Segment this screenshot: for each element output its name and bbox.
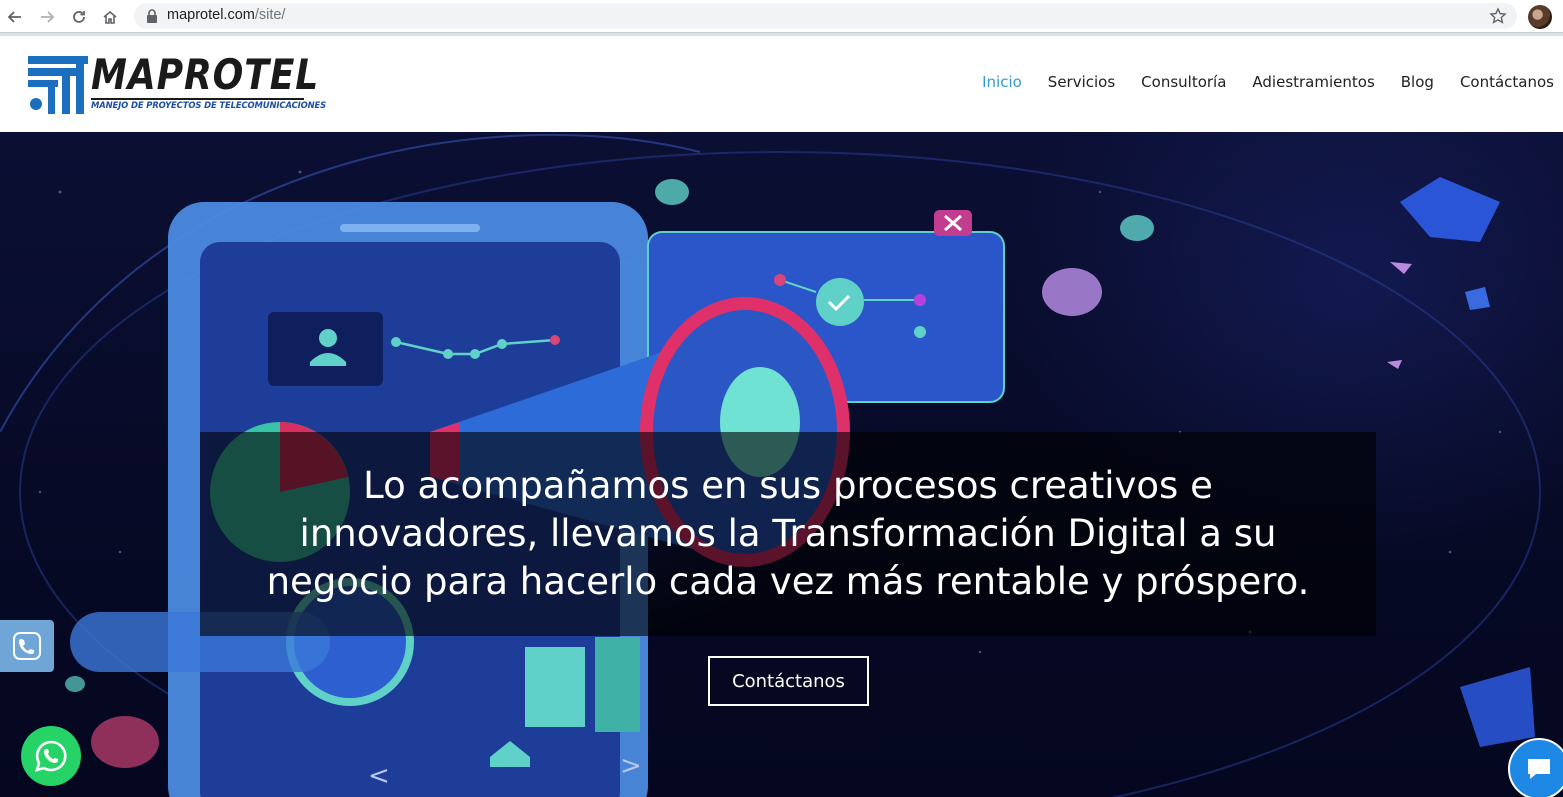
headline-line-1: Lo acompañamos en sus procesos creativos… bbox=[363, 464, 1213, 507]
whatsapp-icon bbox=[35, 740, 67, 772]
browser-toolbar: maprotel.com/site/ bbox=[0, 0, 1563, 33]
back-icon[interactable] bbox=[4, 6, 26, 28]
menu-item-inicio[interactable]: Inicio bbox=[982, 73, 1022, 91]
logo-name: MAPROTEL bbox=[91, 50, 320, 99]
lock-icon bbox=[147, 9, 157, 23]
hero-headline: Lo acompañamos en sus procesos creativos… bbox=[200, 462, 1376, 606]
logo-tagline: MANEJO DE PROYECTOS DE TELECOMUNICACIONE… bbox=[91, 100, 327, 110]
url-host: maprotel.com bbox=[167, 7, 255, 23]
chat-icon bbox=[1528, 759, 1550, 779]
hero-section: < > Lo acompañamos en sus procesos creat… bbox=[0, 132, 1563, 797]
menu-item-adiestramientos[interactable]: Adiestramientos bbox=[1252, 73, 1374, 91]
menu-item-consultoria[interactable]: Consultoría bbox=[1141, 73, 1226, 91]
svg-text:>: > bbox=[620, 751, 642, 781]
menu-item-blog[interactable]: Blog bbox=[1401, 73, 1434, 91]
url-path: /site/ bbox=[254, 7, 286, 23]
logo-mark-icon bbox=[28, 56, 88, 114]
menu-item-servicios[interactable]: Servicios bbox=[1048, 73, 1115, 91]
headline-line-3: negocio para hacerlo cada vez más rentab… bbox=[266, 560, 1310, 603]
browser-chrome: maprotel.com/site/ bbox=[0, 0, 1563, 36]
phone-call-button[interactable] bbox=[0, 620, 54, 672]
forward-icon[interactable] bbox=[36, 6, 58, 28]
main-menu: Inicio Servicios Consultoría Adiestramie… bbox=[982, 73, 1554, 91]
url-text: maprotel.com/site/ bbox=[167, 7, 285, 23]
site-header: MAPROTEL MANEJO DE PROYECTOS DE TELECOMU… bbox=[0, 36, 1563, 132]
home-icon[interactable] bbox=[99, 6, 121, 28]
svg-text:<: < bbox=[368, 761, 390, 791]
reload-icon[interactable] bbox=[68, 6, 90, 28]
headline-line-2: innovadores, llevamos la Transformación … bbox=[299, 512, 1277, 555]
profile-avatar[interactable] bbox=[1528, 5, 1552, 29]
whatsapp-button[interactable] bbox=[21, 726, 81, 786]
menu-item-contactanos[interactable]: Contáctanos bbox=[1460, 73, 1554, 91]
site-logo[interactable]: MAPROTEL MANEJO DE PROYECTOS DE TELECOMU… bbox=[28, 50, 327, 116]
contact-cta-button[interactable]: Contáctanos bbox=[708, 656, 869, 706]
bookmark-star-icon[interactable] bbox=[1489, 7, 1507, 25]
chat-widget-button[interactable] bbox=[1508, 738, 1563, 797]
address-bar[interactable]: maprotel.com/site/ bbox=[134, 3, 1517, 29]
phone-icon bbox=[13, 632, 41, 660]
